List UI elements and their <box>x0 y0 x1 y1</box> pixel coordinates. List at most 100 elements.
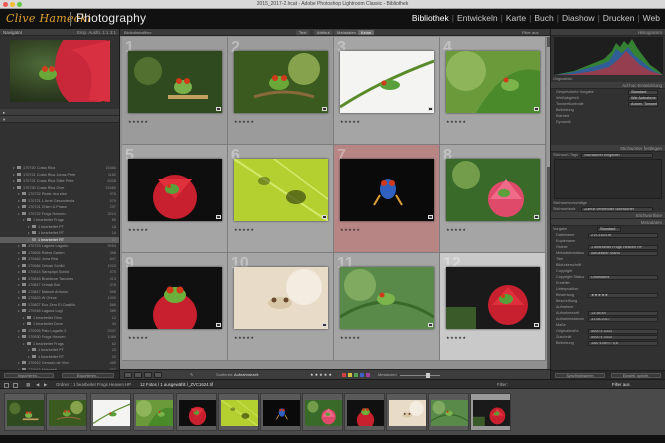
rating-stars[interactable]: ★★★★★ <box>128 335 148 340</box>
sync-settings-button[interactable]: Einstell. synchr. <box>611 373 661 378</box>
metadata-value[interactable] <box>588 257 658 262</box>
main-window-icon[interactable] <box>13 382 18 388</box>
grid-cell[interactable]: 11 ★★★★★ <box>334 253 440 361</box>
filmstrip-thumbnail[interactable] <box>386 393 427 431</box>
edited-badge-icon[interactable] <box>428 323 433 327</box>
edited-badge-icon[interactable] <box>322 215 327 219</box>
module-web[interactable]: Web <box>640 13 663 23</box>
filter-attribute[interactable]: Attribut <box>314 30 333 35</box>
grid-cell[interactable]: 8 ★★★★★ <box>440 145 546 253</box>
module-map[interactable]: Karte <box>503 13 529 23</box>
filter-none[interactable]: Keine <box>358 30 375 35</box>
keywording-header[interactable]: Stichwörter festlegen <box>551 145 665 152</box>
edited-badge-icon[interactable] <box>216 323 221 327</box>
grid-cell[interactable]: 2 ★★★★★ <box>228 37 334 145</box>
metadata-value[interactable]: 31.08.2017 <box>588 316 658 322</box>
keyword-tags-field[interactable]: Stichwörter eingeben <box>581 152 653 158</box>
edited-badge-icon[interactable] <box>322 323 327 327</box>
metadata-value[interactable]: Aktuellster Stand <box>588 250 658 256</box>
grid-cell[interactable]: 7 ★★★★★ <box>334 145 440 253</box>
photo-thumbnail[interactable] <box>340 51 434 113</box>
metadata-value[interactable]: 1/60 s bei f / 5,6 <box>588 340 658 346</box>
folders-header[interactable]: ▾ <box>0 116 119 123</box>
grid-cell[interactable]: 3 ★★★★★ <box>334 37 440 145</box>
navigator-preview[interactable] <box>10 40 110 102</box>
photo-thumbnail[interactable] <box>128 267 222 329</box>
photo-thumbnail[interactable] <box>128 51 222 113</box>
grid-cell[interactable]: 10 ★★★★★ <box>228 253 334 361</box>
photo-thumbnail[interactable] <box>340 159 434 221</box>
metadata-value[interactable] <box>588 323 658 328</box>
photo-thumbnail[interactable] <box>234 51 328 113</box>
color-label-button[interactable] <box>354 373 358 377</box>
rating-stars[interactable]: ★★★★★ <box>128 119 148 124</box>
photo-thumbnail[interactable] <box>446 51 540 113</box>
edited-badge-icon[interactable] <box>216 107 221 111</box>
grid-cell[interactable]: 1 ★★★★★ <box>122 37 228 145</box>
photo-thumbnail[interactable] <box>446 159 540 221</box>
filmstrip-thumbnail[interactable] <box>133 393 174 431</box>
rating-stars[interactable]: ★★★★★ <box>234 335 254 340</box>
edited-badge-icon[interactable] <box>428 215 433 219</box>
rating-stars[interactable]: ★★★★★ <box>340 119 360 124</box>
export-button[interactable]: Exportieren... <box>62 373 114 378</box>
histogram-header[interactable]: Histogramm <box>551 29 665 36</box>
grid-cell[interactable]: 4 ★★★★★ <box>440 37 546 145</box>
photo-thumbnail[interactable] <box>446 267 540 329</box>
metadata-value[interactable] <box>588 269 658 274</box>
filmstrip-thumbnail[interactable] <box>302 393 343 431</box>
grid-cell[interactable]: 6 ★★★★★ <box>228 145 334 253</box>
photo-thumbnail[interactable] <box>128 159 222 221</box>
photo-thumbnail[interactable] <box>340 267 434 329</box>
thumbnail-size-slider[interactable] <box>400 374 440 376</box>
edited-badge-icon[interactable] <box>216 215 221 219</box>
metadata-value[interactable] <box>588 305 658 310</box>
metadata-value[interactable]: 5000 x 3333 <box>588 328 658 334</box>
sync-button[interactable]: Synchronisieren <box>555 373 605 378</box>
edited-badge-icon[interactable] <box>428 107 433 111</box>
rating-stars[interactable]: ★★★★★ <box>128 227 148 232</box>
grid-cell[interactable]: 12 ★★★★★ <box>440 253 546 361</box>
filmstrip-thumbnail[interactable] <box>428 393 469 431</box>
color-label-button[interactable] <box>342 373 346 377</box>
navigator-zoom-options[interactable]: Einp. Ausfü. 1:1 3:1 <box>77 29 116 36</box>
survey-view-button[interactable] <box>154 372 162 378</box>
metadata-value[interactable]: 13:38:49 <box>588 310 658 316</box>
filmstrip-thumbnail[interactable] <box>176 393 217 431</box>
compare-view-button[interactable] <box>144 372 152 378</box>
edited-badge-icon[interactable] <box>322 107 327 111</box>
metadata-value[interactable] <box>588 263 658 268</box>
metadata-value[interactable] <box>588 281 658 286</box>
filter-text[interactable]: Text <box>296 30 310 35</box>
metadata-value[interactable] <box>588 287 658 292</box>
module-develop[interactable]: Entwickeln <box>454 13 501 23</box>
keyword-set-dropdown[interactable]: Zuletzt verwendet Stichwörter <box>581 206 653 212</box>
quick-develop-dropdown[interactable]: Standard <box>628 89 658 95</box>
filter-metadata[interactable]: Metadaten <box>334 30 359 35</box>
edited-badge-icon[interactable] <box>534 107 539 111</box>
filter-preset[interactable]: Filter aus <box>522 29 538 36</box>
import-button[interactable]: Importieren... <box>4 373 54 378</box>
rating-stars[interactable]: ★★★★★ <box>340 335 360 340</box>
rating-stars[interactable]: ★★★★★ <box>446 227 466 232</box>
grid-cell[interactable]: 9 ★★★★★ <box>122 253 228 361</box>
filmstrip-thumbnail[interactable] <box>344 393 385 431</box>
color-label-button[interactable] <box>366 373 370 377</box>
filmstrip-thumbnail[interactable] <box>90 393 131 431</box>
filmstrip-thumbnail[interactable] <box>260 393 301 431</box>
photo-thumbnail[interactable] <box>234 267 328 329</box>
grid-cell[interactable]: 5 ★★★★★ <box>122 145 228 253</box>
metadata-value[interactable] <box>588 239 658 244</box>
color-label-button[interactable] <box>360 373 364 377</box>
module-print[interactable]: Drucken <box>600 13 638 23</box>
module-slideshow[interactable]: Diashow <box>559 13 598 23</box>
keyword-list-header[interactable]: Stichwortliste <box>551 212 665 219</box>
filmstrip-thumbnail[interactable] <box>46 393 87 431</box>
metadata-value[interactable]: 5000 x 3333 <box>588 334 658 340</box>
metadata-preset-dropdown[interactable]: Standard <box>597 226 621 232</box>
thumbnail-size-handle[interactable] <box>426 372 430 378</box>
metadata-value[interactable]: ★★★★★ <box>588 292 658 298</box>
metadata-value[interactable]: ZVC1624.tif <box>588 232 658 238</box>
module-book[interactable]: Buch <box>531 13 556 23</box>
metadata-value[interactable]: Unbekannt <box>588 274 658 280</box>
